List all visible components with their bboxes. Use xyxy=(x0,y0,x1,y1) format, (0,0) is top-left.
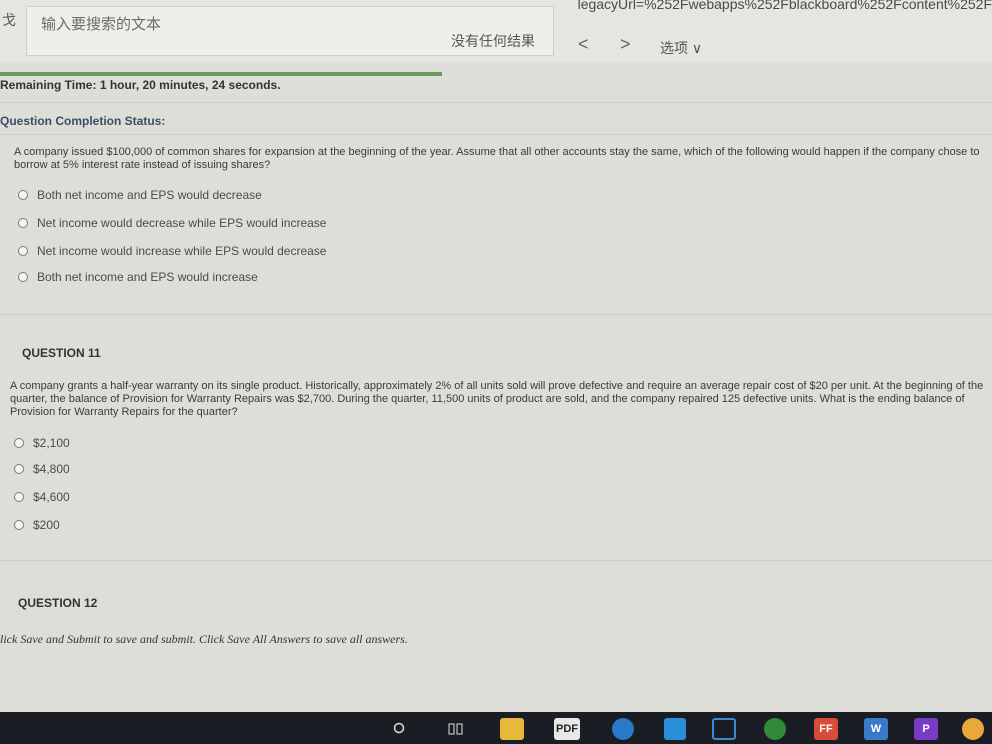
find-next-button[interactable]: > xyxy=(620,34,631,55)
option-label: Net income would increase while EPS woul… xyxy=(37,244,327,258)
pdf-app-icon[interactable]: PDF xyxy=(554,718,580,740)
ff-app-icon[interactable]: FF xyxy=(814,718,838,740)
radio-button[interactable] xyxy=(18,190,28,200)
file-explorer-icon[interactable] xyxy=(500,718,524,740)
question-12-title: QUESTION 12 xyxy=(18,596,98,610)
q11-option[interactable]: $4,600 xyxy=(14,490,70,504)
option-label: $4,600 xyxy=(33,490,70,504)
q10-option[interactable]: Both net income and EPS would decrease xyxy=(18,188,262,202)
completion-status[interactable]: Question Completion Status: xyxy=(0,114,165,128)
option-label: Net income would decrease while EPS woul… xyxy=(37,216,327,230)
find-input-placeholder: 输入要搜索的文本 xyxy=(41,16,162,33)
task-view-icon[interactable] xyxy=(446,718,466,740)
q11-option[interactable]: $200 xyxy=(14,518,60,532)
w-icon-label: W xyxy=(870,723,882,735)
p-icon-label: P xyxy=(922,723,930,735)
chrome-icon[interactable] xyxy=(962,718,984,740)
pdf-icon-label: PDF xyxy=(556,723,578,735)
option-label: $200 xyxy=(33,518,60,532)
radio-button[interactable] xyxy=(14,438,24,448)
radio-button[interactable] xyxy=(14,520,24,530)
radio-button[interactable] xyxy=(18,272,28,282)
option-label: Both net income and EPS would increase xyxy=(37,270,258,284)
option-label: Both net income and EPS would decrease xyxy=(37,188,262,202)
test-content: Remaining Time: 1 hour, 20 minutes, 24 s… xyxy=(0,62,992,712)
remaining-time-label: Remaining Time: xyxy=(0,78,97,92)
taskbar: PDF FF W P xyxy=(0,712,992,744)
q10-option[interactable]: Both net income and EPS would increase xyxy=(18,270,258,284)
divider xyxy=(0,102,992,103)
progress-bar xyxy=(0,72,442,76)
divider xyxy=(0,134,992,135)
divider xyxy=(0,560,992,561)
remaining-time-value: 1 hour, 20 minutes, 24 seconds. xyxy=(99,78,281,92)
save-instructions: lick Save and Submit to save and submit.… xyxy=(0,632,408,646)
p-app-icon[interactable]: P xyxy=(914,718,938,740)
question-11-text: A company grants a half-year warranty on… xyxy=(10,380,984,418)
radio-button[interactable] xyxy=(18,218,28,228)
green-app-icon[interactable] xyxy=(764,718,786,740)
progress-bar-fill xyxy=(0,72,442,76)
option-label: $2,100 xyxy=(33,436,70,450)
divider xyxy=(0,314,992,315)
url-fragment: legacyUrl=%252Fwebapps%252Fblackboard%25… xyxy=(577,0,992,12)
remaining-time: Remaining Time: 1 hour, 20 minutes, 24 s… xyxy=(0,78,281,92)
radio-button[interactable] xyxy=(18,246,28,256)
radio-button[interactable] xyxy=(14,464,24,474)
find-options-dropdown[interactable]: 选项 ∨ xyxy=(660,38,702,58)
find-input[interactable]: 输入要搜索的文本 没有任何结果 xyxy=(26,6,554,56)
find-bar-edge-char: 戈 xyxy=(2,12,16,28)
q10-option[interactable]: Net income would increase while EPS woul… xyxy=(18,244,326,258)
word-icon[interactable]: W xyxy=(864,718,888,740)
find-no-results: 没有任何结果 xyxy=(451,33,535,49)
radio-button[interactable] xyxy=(14,492,24,502)
edge-browser-icon[interactable] xyxy=(612,718,634,740)
window-icon[interactable] xyxy=(712,718,736,740)
q11-option[interactable]: $2,100 xyxy=(14,436,70,450)
ff-icon-label: FF xyxy=(819,723,833,735)
find-previous-button[interactable]: < xyxy=(578,34,589,55)
option-label: $4,800 xyxy=(33,462,70,476)
find-bar: legacyUrl=%252Fwebapps%252Fblackboard%25… xyxy=(0,0,992,63)
question-10-text: A company issued $100,000 of common shar… xyxy=(14,146,980,171)
question-11-title: QUESTION 11 xyxy=(22,346,101,360)
q10-option[interactable]: Net income would decrease while EPS woul… xyxy=(18,216,326,230)
telegram-icon[interactable] xyxy=(664,718,686,740)
q11-option[interactable]: $4,800 xyxy=(14,462,70,476)
search-icon[interactable] xyxy=(390,718,410,740)
